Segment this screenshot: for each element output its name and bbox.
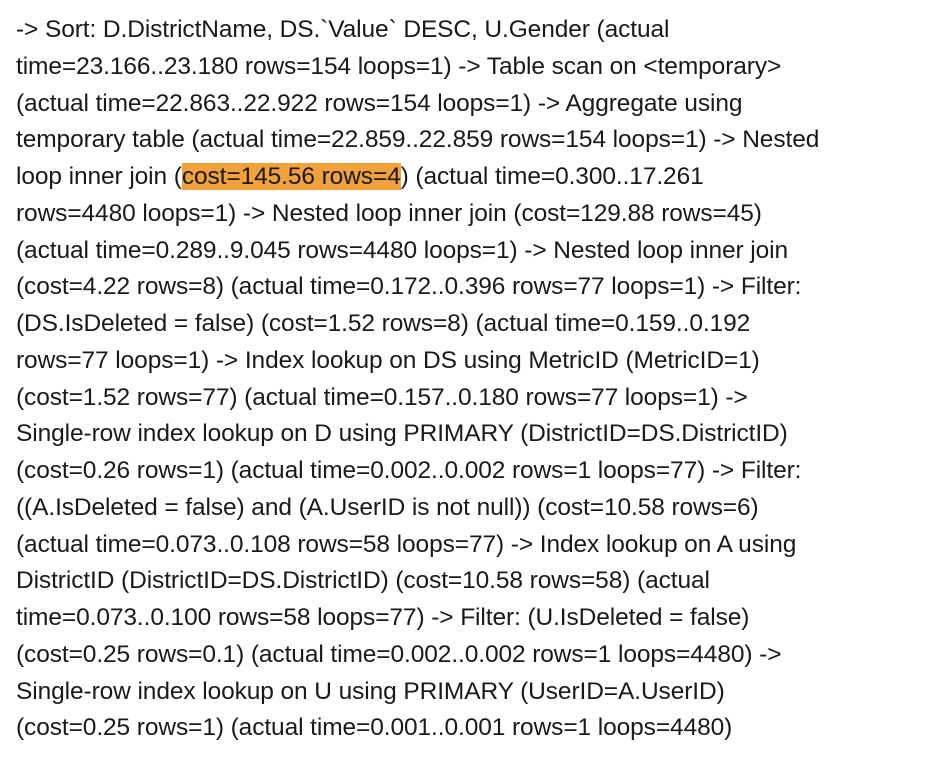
plan-line: Single-row index lookup on U using PRIMA…	[16, 677, 725, 705]
plan-line: (cost=4.22 rows=8) (actual time=0.172..0…	[16, 273, 802, 301]
plan-line: (actual time=22.863..22.922 rows=154 loo…	[16, 89, 743, 117]
plan-line: time=23.166..23.180 rows=154 loops=1) ->…	[16, 52, 782, 80]
plan-line: Single-row index lookup on D using PRIMA…	[16, 420, 788, 448]
query-plan-text: -> Sort: D.DistrictName, DS.`Value` DESC…	[16, 12, 916, 747]
plan-line: (DS.IsDeleted = false) (cost=1.52 rows=8…	[16, 310, 751, 337]
plan-line: rows=4480 loops=1) -> Nested loop inner …	[16, 199, 762, 227]
plan-line: (cost=1.52 rows=77) (actual time=0.157..…	[16, 383, 748, 411]
plan-line: (actual time=0.289..9.045 rows=4480 loop…	[16, 236, 789, 264]
plan-line: -> Sort: D.DistrictName, DS.`Value` DESC…	[16, 16, 670, 43]
plan-line-suffix: ) (actual time=0.300..17.261	[400, 163, 704, 190]
plan-line: time=0.073..0.100 rows=58 loops=77) -> F…	[16, 604, 750, 631]
plan-line-highlighted: loop inner join (cost=145.56 rows=4) (ac…	[16, 159, 916, 196]
plan-line-prefix: loop inner join (	[16, 163, 182, 190]
plan-line: DistrictID (DistrictID=DS.DistrictID) (c…	[16, 567, 710, 595]
highlighted-cost: cost=145.56 rows=4	[181, 163, 401, 190]
plan-line: temporary table (actual time=22.859..22.…	[16, 126, 820, 154]
plan-line: (cost=0.25 rows=1) (actual time=0.001..0…	[16, 714, 733, 742]
plan-line: ((A.IsDeleted = false) and (A.UserID is …	[16, 493, 759, 521]
plan-line: (cost=0.26 rows=1) (actual time=0.002..0…	[16, 457, 802, 484]
plan-line: (actual time=0.073..0.108 rows=58 loops=…	[16, 530, 797, 558]
plan-line: (cost=0.25 rows=0.1) (actual time=0.002.…	[16, 640, 782, 668]
plan-line: rows=77 loops=1) -> Index lookup on DS u…	[16, 346, 760, 374]
